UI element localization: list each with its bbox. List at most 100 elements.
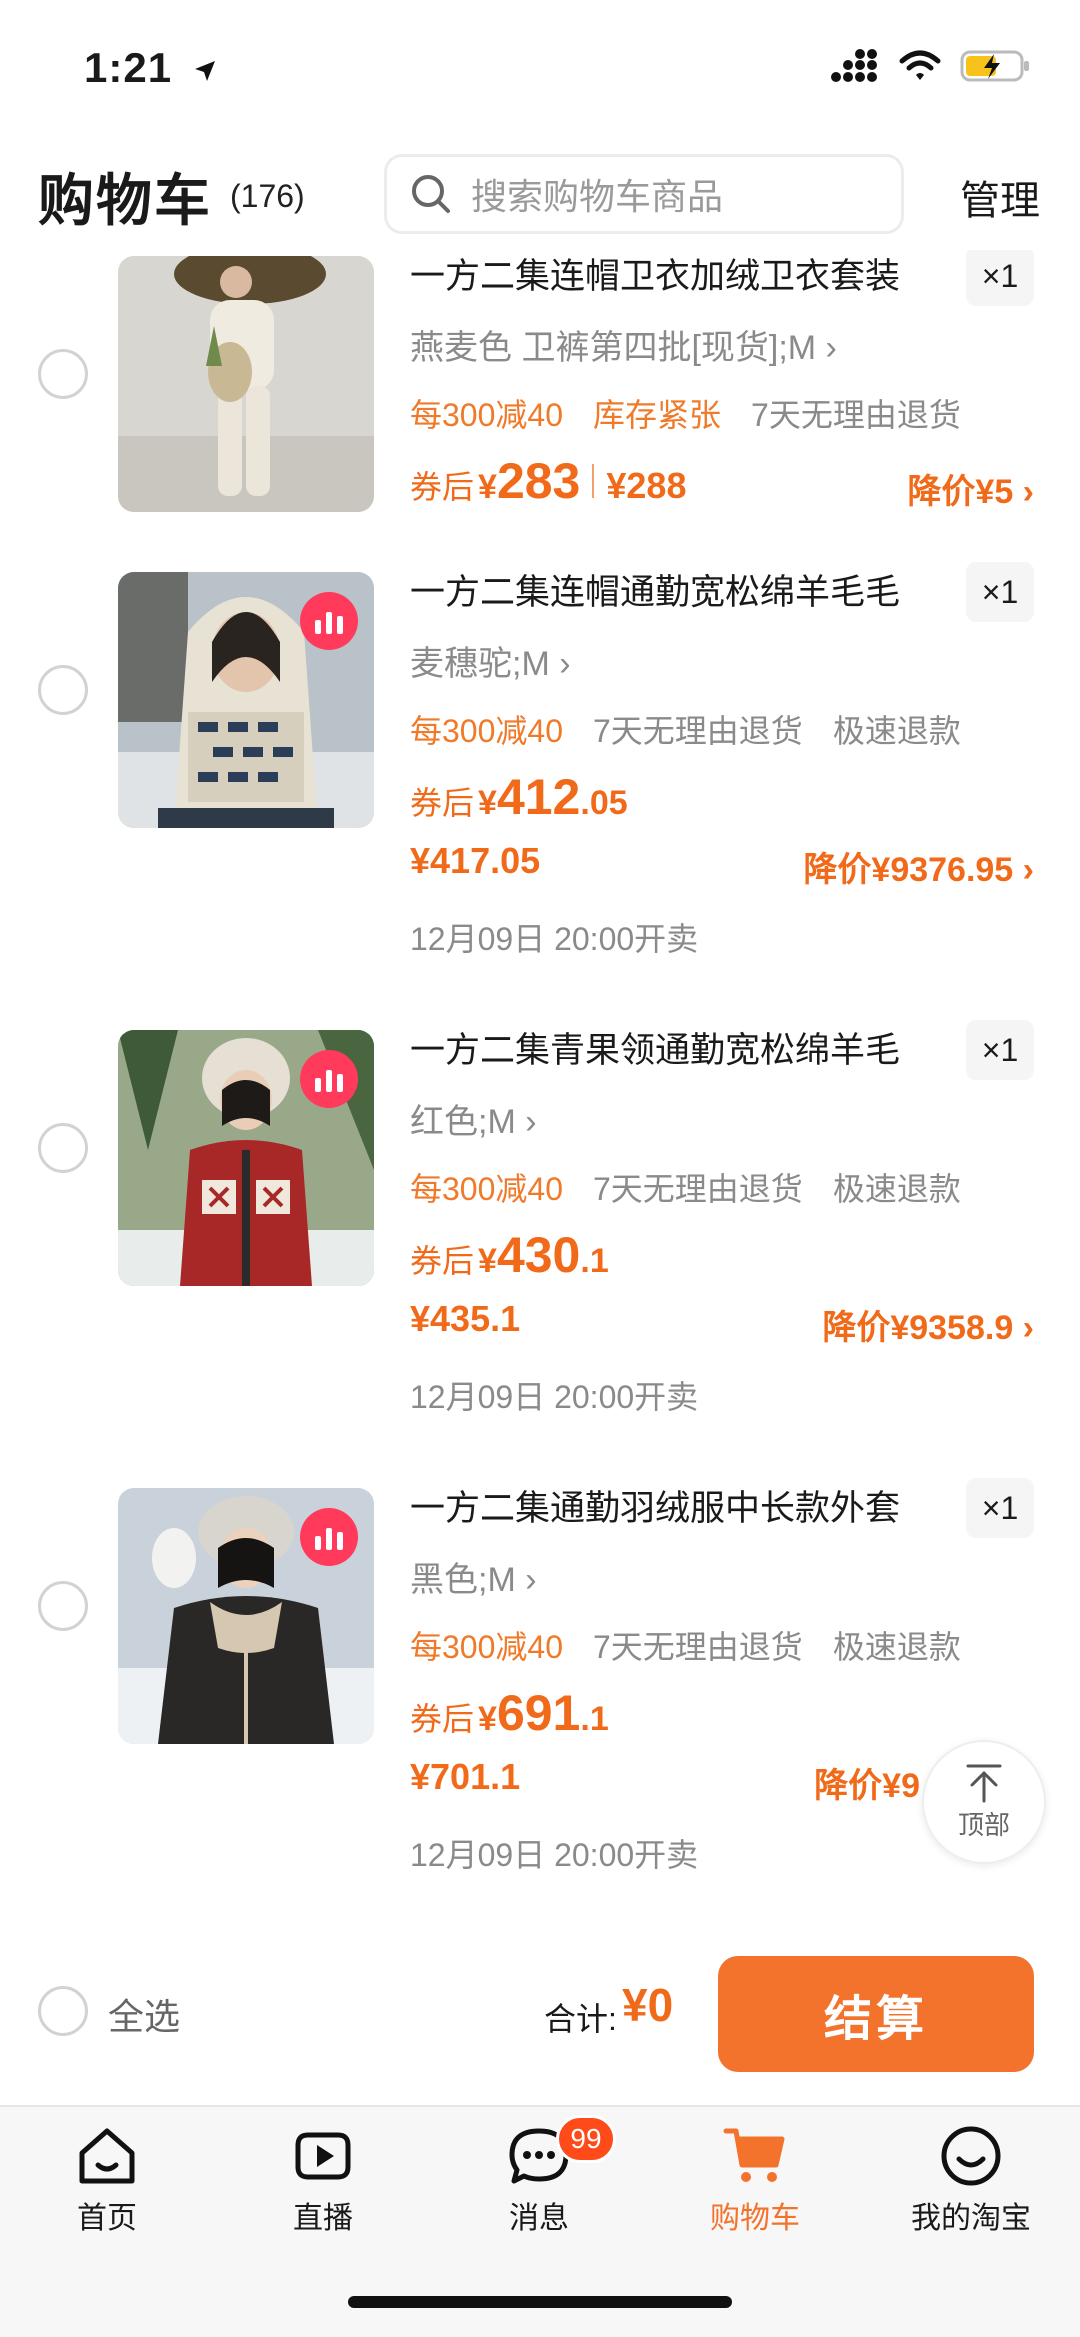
messages-badge: 99 [556, 2115, 616, 2163]
price-decimal: .1 [580, 1700, 609, 1738]
return-tag: 7天无理由退货 [593, 1629, 803, 1665]
wifi-icon [899, 50, 941, 80]
search-placeholder: 搜索购物车商品 [471, 176, 724, 217]
cellular-signal-icon [831, 49, 877, 82]
search-icon [412, 175, 450, 213]
tab-cart-label: 购物车 [710, 2202, 800, 2235]
currency-symbol: ¥ [478, 1242, 497, 1280]
checkout-button[interactable]: 结算 [718, 1956, 1034, 2072]
item-select-radio[interactable] [38, 1123, 88, 1173]
original-price: ¥701.1 [410, 1756, 521, 1797]
back-to-top-label: 顶部 [957, 1809, 1010, 1840]
after-coupon-label: 券后 [410, 469, 475, 505]
item-qty[interactable]: ×1 [966, 1478, 1034, 1538]
return-tag: 7天无理由退货 [751, 397, 961, 433]
product-image[interactable] [118, 256, 374, 512]
clock-text: 1:21 [84, 44, 173, 91]
item-tags: 每300减40 7天无理由退货 极速退款 [410, 1164, 961, 1210]
cart-item[interactable]: 一方二集连帽通勤宽松绵羊毛毛 ×1 麦穗驼;M › 每300减40 7天无理由退… [0, 560, 1080, 980]
original-price-line: ¥435.1 [410, 1298, 520, 1340]
home-icon [79, 2128, 135, 2184]
status-time: 1:21 [84, 44, 219, 92]
price-integer: 283 [496, 453, 581, 509]
home-indicator [348, 2296, 732, 2308]
sale-start-time: 12月09日 20:00开卖 [410, 1379, 699, 1415]
item-tags: 每300减40 7天无理由退货 极速退款 [410, 1622, 961, 1668]
currency-symbol: ¥ [478, 784, 497, 822]
price-decimal: .1 [580, 1242, 609, 1280]
promo-tag: 每300减40 [410, 713, 563, 749]
original-price: ¥417.05 [410, 840, 541, 881]
tab-live[interactable]: 直播 [248, 2123, 398, 2237]
cart-item[interactable]: 一方二集通勤羽绒服中长款外套 ×1 黑色;M › 每300减40 7天无理由退货… [0, 1476, 1080, 1896]
original-price: ¥435.1 [410, 1298, 521, 1339]
product-image[interactable] [118, 572, 374, 828]
item-name[interactable]: 一方二集青果领通勤宽松绵羊毛 [410, 1022, 950, 1073]
item-name[interactable]: 一方二集连帽通勤宽松绵羊毛毛 [410, 564, 950, 615]
tab-live-label: 直播 [293, 2202, 353, 2235]
select-all-label[interactable]: 全选 [108, 1988, 180, 2040]
cart-count: (176) [230, 178, 305, 214]
refund-tag: 极速退款 [832, 713, 961, 749]
item-select-radio[interactable] [38, 349, 88, 399]
product-image[interactable] [118, 1488, 374, 1744]
location-arrow-icon [194, 60, 215, 81]
total-label: 合计: [544, 2001, 617, 2037]
item-sku[interactable]: 麦穗驼;M › [410, 636, 571, 685]
price-integer: 412 [496, 769, 581, 825]
item-tags: 每300减40 库存紧张 7天无理由退货 [410, 390, 961, 436]
price-line: 券后 ¥ 430 .1 [410, 1226, 609, 1284]
header: 购物车 (176) 搜索购物车商品 管理 [0, 140, 1080, 250]
item-qty[interactable]: ×1 [966, 562, 1034, 622]
after-coupon-label: 券后 [410, 1243, 475, 1279]
checkout-bar: 全选 合计: ¥0 结算 [0, 1930, 1080, 2105]
item-select-radio[interactable] [38, 1581, 88, 1631]
product-image[interactable] [118, 1030, 374, 1286]
item-name[interactable]: 一方二集连帽卫衣加绒卫衣套装 [410, 250, 950, 299]
promo-tag: 每300减40 [410, 397, 563, 433]
original-price: ¥288 [606, 465, 687, 506]
price-drop-link[interactable]: 降价¥5 › [907, 464, 1034, 513]
cart-item[interactable]: 一方二集青果领通勤宽松绵羊毛 ×1 红色;M › 每300减40 7天无理由退货… [0, 1018, 1080, 1438]
item-select-radio[interactable] [38, 665, 88, 715]
status-bar: 1:21 [0, 0, 1080, 140]
item-qty[interactable]: ×1 [966, 1020, 1034, 1080]
promo-tag: 每300减40 [410, 1171, 563, 1207]
item-sku[interactable]: 黑色;M › [410, 1552, 537, 1601]
cart-item[interactable]: 一方二集连帽卫衣加绒卫衣套装 ×1 燕麦色 卫裤第四批[现货];M › 每300… [0, 250, 1080, 544]
tab-home-label: 首页 [77, 2202, 137, 2235]
price-line: 券后 ¥ 691 .1 [410, 1684, 609, 1742]
tab-cart[interactable]: 购物车 [680, 2123, 830, 2237]
price-integer: 691 [496, 1685, 581, 1741]
return-tag: 7天无理由退货 [593, 1171, 803, 1207]
item-tags: 每300减40 7天无理由退货 极速退款 [410, 706, 961, 752]
refund-tag: 极速退款 [832, 1171, 961, 1207]
arrow-up-icon [966, 1764, 1002, 1802]
smile-face-icon [941, 2126, 1001, 2186]
tab-messages[interactable]: 99 消息 [464, 2115, 616, 2237]
live-stats-icon [300, 1508, 358, 1566]
price-drop-link[interactable]: 降价¥9376.95 › [803, 842, 1034, 891]
select-all-radio[interactable] [38, 1986, 88, 2036]
price-divider [592, 464, 595, 498]
currency-symbol: ¥ [478, 1700, 497, 1738]
item-qty[interactable]: ×1 [966, 250, 1034, 306]
price-drop-link[interactable]: 降价¥9 [814, 1758, 920, 1807]
item-sku[interactable]: 红色;M › [410, 1094, 537, 1143]
page-title: 购物车 [38, 169, 212, 232]
search-input[interactable]: 搜索购物车商品 [384, 154, 904, 234]
manage-button[interactable]: 管理 [960, 168, 1040, 226]
live-stats-icon [300, 592, 358, 650]
cart-list[interactable]: 一方二集连帽卫衣加绒卫衣套装 ×1 燕麦色 卫裤第四批[现货];M › 每300… [0, 250, 1080, 1930]
price-drop-link[interactable]: 降价¥9358.9 › [822, 1300, 1034, 1349]
tab-home[interactable]: 首页 [32, 2123, 182, 2237]
item-sku[interactable]: 燕麦色 卫裤第四批[现货];M › [410, 320, 837, 369]
item-name[interactable]: 一方二集通勤羽绒服中长款外套 [410, 1480, 950, 1531]
tab-mine[interactable]: 我的淘宝 [896, 2123, 1046, 2237]
price-line: 券后 ¥ 412 .05 [410, 768, 628, 826]
after-coupon-label: 券后 [410, 785, 475, 821]
price-decimal: .05 [580, 784, 628, 822]
back-to-top-button[interactable]: 顶部 [922, 1740, 1046, 1864]
after-coupon-label: 券后 [410, 1701, 475, 1737]
currency-symbol: ¥ [478, 468, 497, 506]
